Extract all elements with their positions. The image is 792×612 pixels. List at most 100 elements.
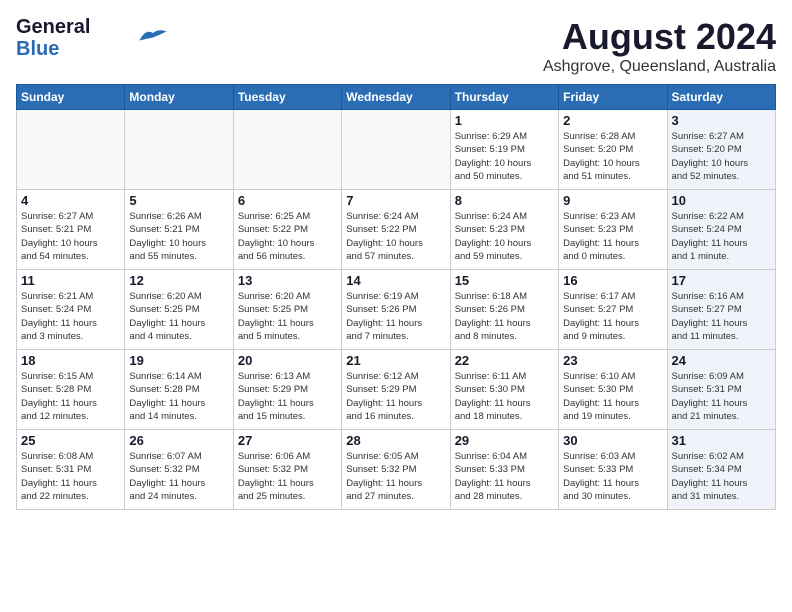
day-info: Sunrise: 6:28 AMSunset: 5:20 PMDaylight:… — [563, 130, 662, 183]
weekday-header-tuesday: Tuesday — [233, 85, 341, 110]
day-number: 4 — [21, 193, 120, 208]
calendar-cell: 28Sunrise: 6:05 AMSunset: 5:32 PMDayligh… — [342, 430, 450, 510]
weekday-header-monday: Monday — [125, 85, 233, 110]
day-info: Sunrise: 6:22 AMSunset: 5:24 PMDaylight:… — [672, 210, 771, 263]
day-number: 21 — [346, 353, 445, 368]
day-number: 28 — [346, 433, 445, 448]
day-info: Sunrise: 6:02 AMSunset: 5:34 PMDaylight:… — [672, 450, 771, 503]
day-number: 1 — [455, 113, 554, 128]
day-info: Sunrise: 6:14 AMSunset: 5:28 PMDaylight:… — [129, 370, 228, 423]
calendar-cell: 12 Sunrise: 6:20 AMSunset: 5:25 PMDayligh… — [125, 270, 233, 350]
calendar-cell: 2 Sunrise: 6:28 AMSunset: 5:20 PMDaylight… — [559, 110, 667, 190]
day-number: 12 — [129, 273, 228, 288]
calendar-cell: 18 Sunrise: 6:15 AMSunset: 5:28 PMDayligh… — [17, 350, 125, 430]
day-number: 30 — [563, 433, 662, 448]
day-info: Sunrise: 6:24 AMSunset: 5:23 PMDaylight:… — [455, 210, 554, 263]
day-info: Sunrise: 6:19 AMSunset: 5:26 PMDaylight:… — [346, 290, 445, 343]
calendar-cell: 10 Sunrise: 6:22 AMSunset: 5:24 PMDayligh… — [667, 190, 775, 270]
calendar-cell: 19 Sunrise: 6:14 AMSunset: 5:28 PMDayligh… — [125, 350, 233, 430]
day-number: 25 — [21, 433, 120, 448]
calendar-cell: 31 Sunrise: 6:02 AMSunset: 5:34 PMDayligh… — [667, 430, 775, 510]
day-number: 24 — [672, 353, 771, 368]
day-info: Sunrise: 6:07 AMSunset: 5:32 PMDaylight:… — [129, 450, 228, 503]
weekday-header-wednesday: Wednesday — [342, 85, 450, 110]
calendar-cell: 6 Sunrise: 6:25 AMSunset: 5:22 PMDaylight… — [233, 190, 341, 270]
calendar-cell — [125, 110, 233, 190]
day-number: 10 — [672, 193, 771, 208]
calendar-cell — [17, 110, 125, 190]
day-number: 20 — [238, 353, 337, 368]
title-block: August 2024 Ashgrove, Queensland, Austra… — [543, 16, 776, 76]
calendar-cell: 26 Sunrise: 6:07 AMSunset: 5:32 PMDayligh… — [125, 430, 233, 510]
calendar-week-row: 1 Sunrise: 6:29 AMSunset: 5:19 PMDaylight… — [17, 110, 776, 190]
day-info: Sunrise: 6:11 AMSunset: 5:30 PMDaylight:… — [455, 370, 554, 423]
day-info: Sunrise: 6:08 AMSunset: 5:31 PMDaylight:… — [21, 450, 120, 503]
calendar-cell: 20 Sunrise: 6:13 AMSunset: 5:29 PMDayligh… — [233, 350, 341, 430]
page-header: General Blue August 2024 Ashgrove, Queen… — [16, 16, 776, 76]
calendar-cell: 17Sunrise: 6:16 AMSunset: 5:27 PMDayligh… — [667, 270, 775, 350]
calendar-cell: 21 Sunrise: 6:12 AMSunset: 5:29 PMDayligh… — [342, 350, 450, 430]
calendar-cell: 3Sunrise: 6:27 AMSunset: 5:20 PMDaylight… — [667, 110, 775, 190]
day-number: 6 — [238, 193, 337, 208]
day-number: 14 — [346, 273, 445, 288]
day-info: Sunrise: 6:29 AMSunset: 5:19 PMDaylight:… — [455, 130, 554, 183]
calendar-cell: 24 Sunrise: 6:09 AMSunset: 5:31 PMDayligh… — [667, 350, 775, 430]
calendar-week-row: 25 Sunrise: 6:08 AMSunset: 5:31 PMDayligh… — [17, 430, 776, 510]
day-info: Sunrise: 6:18 AMSunset: 5:26 PMDaylight:… — [455, 290, 554, 343]
day-number: 9 — [563, 193, 662, 208]
calendar-cell: 16Sunrise: 6:17 AMSunset: 5:27 PMDayligh… — [559, 270, 667, 350]
calendar-cell: 14 Sunrise: 6:19 AMSunset: 5:26 PMDayligh… — [342, 270, 450, 350]
calendar-cell — [342, 110, 450, 190]
day-info: Sunrise: 6:04 AMSunset: 5:33 PMDaylight:… — [455, 450, 554, 503]
day-number: 19 — [129, 353, 228, 368]
day-number: 2 — [563, 113, 662, 128]
logo-general: General — [16, 16, 90, 38]
day-number: 31 — [672, 433, 771, 448]
day-number: 13 — [238, 273, 337, 288]
calendar-cell: 29 Sunrise: 6:04 AMSunset: 5:33 PMDayligh… — [450, 430, 558, 510]
calendar-cell: 30Sunrise: 6:03 AMSunset: 5:33 PMDayligh… — [559, 430, 667, 510]
calendar-week-row: 4 Sunrise: 6:27 AMSunset: 5:21 PMDaylight… — [17, 190, 776, 270]
calendar-week-row: 18 Sunrise: 6:15 AMSunset: 5:28 PMDayligh… — [17, 350, 776, 430]
calendar-cell: 1 Sunrise: 6:29 AMSunset: 5:19 PMDaylight… — [450, 110, 558, 190]
calendar-cell: 8 Sunrise: 6:24 AMSunset: 5:23 PMDaylight… — [450, 190, 558, 270]
weekday-header-sunday: Sunday — [17, 85, 125, 110]
calendar-cell: 4 Sunrise: 6:27 AMSunset: 5:21 PMDaylight… — [17, 190, 125, 270]
day-info: Sunrise: 6:24 AMSunset: 5:22 PMDaylight:… — [346, 210, 445, 263]
day-number: 15 — [455, 273, 554, 288]
calendar-cell: 11 Sunrise: 6:21 AMSunset: 5:24 PMDayligh… — [17, 270, 125, 350]
day-info: Sunrise: 6:20 AMSunset: 5:25 PMDaylight:… — [129, 290, 228, 343]
calendar-cell: 13 Sunrise: 6:20 AMSunset: 5:25 PMDayligh… — [233, 270, 341, 350]
logo-blue: Blue — [16, 38, 90, 60]
day-info: Sunrise: 6:21 AMSunset: 5:24 PMDaylight:… — [21, 290, 120, 343]
day-info: Sunrise: 6:23 AMSunset: 5:23 PMDaylight:… — [563, 210, 662, 263]
day-number: 18 — [21, 353, 120, 368]
day-number: 8 — [455, 193, 554, 208]
day-number: 29 — [455, 433, 554, 448]
day-number: 11 — [21, 273, 120, 288]
calendar-cell: 22Sunrise: 6:11 AMSunset: 5:30 PMDayligh… — [450, 350, 558, 430]
logo: General Blue — [16, 16, 168, 60]
calendar-cell: 7 Sunrise: 6:24 AMSunset: 5:22 PMDaylight… — [342, 190, 450, 270]
weekday-header-saturday: Saturday — [667, 85, 775, 110]
day-info: Sunrise: 6:27 AMSunset: 5:21 PMDaylight:… — [21, 210, 120, 263]
calendar-cell: 27Sunrise: 6:06 AMSunset: 5:32 PMDayligh… — [233, 430, 341, 510]
calendar-table: SundayMondayTuesdayWednesdayThursdayFrid… — [16, 84, 776, 510]
calendar-cell — [233, 110, 341, 190]
calendar-cell: 23Sunrise: 6:10 AMSunset: 5:30 PMDayligh… — [559, 350, 667, 430]
day-info: Sunrise: 6:25 AMSunset: 5:22 PMDaylight:… — [238, 210, 337, 263]
day-number: 17 — [672, 273, 771, 288]
day-info: Sunrise: 6:12 AMSunset: 5:29 PMDaylight:… — [346, 370, 445, 423]
calendar-cell: 9 Sunrise: 6:23 AMSunset: 5:23 PMDaylight… — [559, 190, 667, 270]
day-info: Sunrise: 6:20 AMSunset: 5:25 PMDaylight:… — [238, 290, 337, 343]
day-number: 26 — [129, 433, 228, 448]
day-number: 7 — [346, 193, 445, 208]
day-info: Sunrise: 6:15 AMSunset: 5:28 PMDaylight:… — [21, 370, 120, 423]
day-number: 5 — [129, 193, 228, 208]
day-number: 16 — [563, 273, 662, 288]
day-info: Sunrise: 6:09 AMSunset: 5:31 PMDaylight:… — [672, 370, 771, 423]
calendar-cell: 15 Sunrise: 6:18 AMSunset: 5:26 PMDayligh… — [450, 270, 558, 350]
calendar-cell: 5Sunrise: 6:26 AMSunset: 5:21 PMDaylight… — [125, 190, 233, 270]
day-number: 27 — [238, 433, 337, 448]
day-info: Sunrise: 6:13 AMSunset: 5:29 PMDaylight:… — [238, 370, 337, 423]
